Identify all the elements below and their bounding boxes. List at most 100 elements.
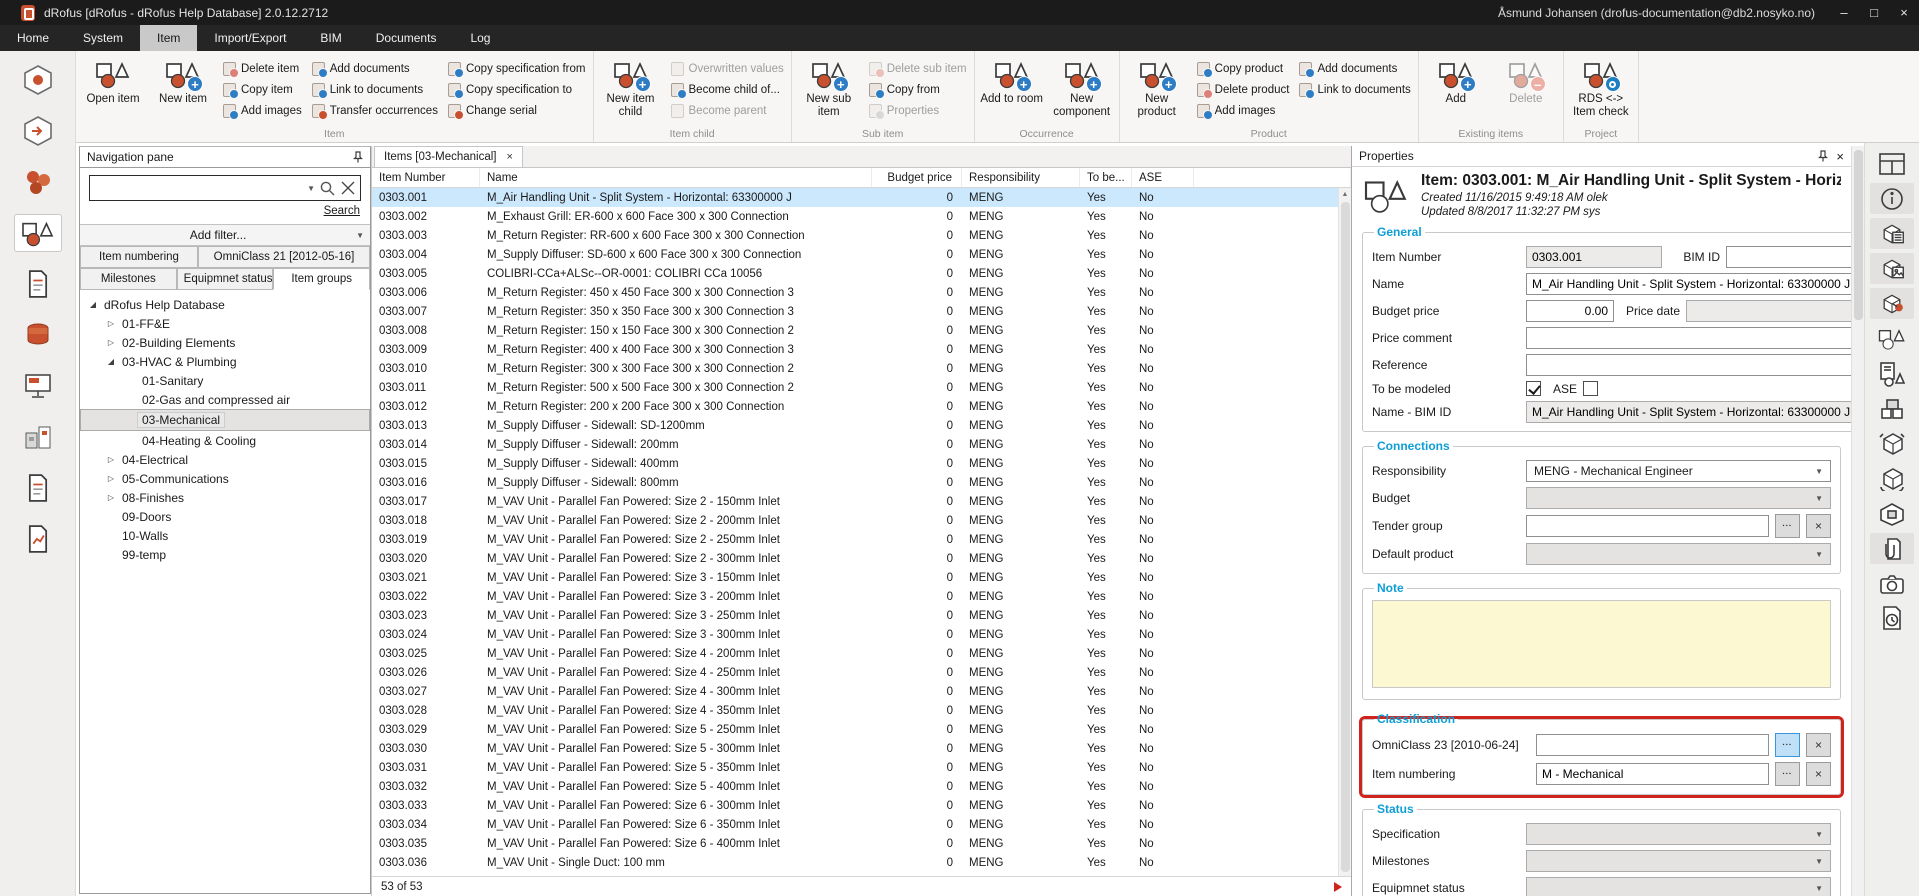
table-row[interactable]: 0303.002 M_Exhaust Grill: ER-600 x 600 F… <box>372 207 1351 226</box>
close-panel-icon[interactable]: × <box>1836 149 1844 164</box>
scrollbar-thumb[interactable] <box>1854 150 1863 320</box>
nav-tab[interactable]: Equipmnet status <box>177 268 274 290</box>
tree-node[interactable]: ◢ 03-HVAC & Plumbing <box>80 352 370 371</box>
nav-tab[interactable]: Item numbering <box>80 246 198 268</box>
col-responsibility[interactable]: Responsibility <box>962 168 1080 187</box>
table-row[interactable]: 0303.003 M_Return Register: RR-600 x 600… <box>372 226 1351 245</box>
copy-specification-from-button[interactable]: Copy specification from <box>446 60 588 77</box>
tree-node[interactable]: 10-Walls <box>80 526 370 545</box>
tree-expander-icon[interactable]: ◢ <box>106 357 116 366</box>
open-item-button[interactable]: Open item <box>81 53 145 128</box>
tree-node[interactable]: 99-temp <box>80 545 370 564</box>
new-sub-item-button[interactable]: + New sub item <box>797 53 861 128</box>
search-input[interactable] <box>96 181 303 195</box>
table-row[interactable]: 0303.035 M_VAV Unit - Parallel Fan Power… <box>372 834 1351 853</box>
change-serial-button[interactable]: Change serial <box>446 102 588 119</box>
menu-item[interactable]: BIM <box>303 25 358 51</box>
table-row[interactable]: 0303.036 M_VAV Unit - Single Duct: 100 m… <box>372 853 1351 872</box>
table-row[interactable]: 0303.029 M_VAV Unit - Parallel Fan Power… <box>372 720 1351 739</box>
table-row[interactable]: 0303.032 M_VAV Unit - Parallel Fan Power… <box>372 777 1351 796</box>
tree-expander-icon[interactable]: ▷ <box>106 338 116 347</box>
specs-icon[interactable] <box>14 469 62 507</box>
finance-icon[interactable] <box>14 316 62 354</box>
price-comment-field[interactable] <box>1526 327 1851 349</box>
new-component-button[interactable]: + New component <box>1050 53 1114 128</box>
maximize-button[interactable]: □ <box>1859 0 1889 25</box>
spheres-icon[interactable] <box>14 163 62 201</box>
tree-node[interactable]: ▷ 02-Building Elements <box>80 333 370 352</box>
equipment-status-select[interactable]: ▼ <box>1526 877 1831 896</box>
table-row[interactable]: 0303.034 M_VAV Unit - Parallel Fan Power… <box>372 815 1351 834</box>
ase-checkbox[interactable] <box>1583 381 1598 396</box>
col-to-be[interactable]: To be... <box>1080 168 1132 187</box>
default-product-select[interactable]: ▼ <box>1526 543 1831 565</box>
copy-item-button[interactable]: Copy item <box>221 81 304 98</box>
overwritten-values-button[interactable]: Overwritten values <box>669 60 786 77</box>
table-row[interactable]: 0303.014 M_Supply Diffuser - Sidewall: 2… <box>372 435 1351 454</box>
table-row[interactable]: 0303.027 M_VAV Unit - Parallel Fan Power… <box>372 682 1351 701</box>
table-row[interactable]: 0303.012 M_Return Register: 200 x 200 Fa… <box>372 397 1351 416</box>
scroll-up-icon[interactable]: ▲ <box>1342 188 1349 198</box>
tree-expander-icon[interactable]: ▷ <box>106 455 116 464</box>
menu-item[interactable]: System <box>66 25 140 51</box>
attachment-icon[interactable] <box>1870 533 1914 564</box>
table-row[interactable]: 0303.005 COLIBRI-CCa+ALSc--OR-0001: COLI… <box>372 264 1351 283</box>
tender-group-field[interactable] <box>1526 515 1769 537</box>
chevron-down-icon[interactable]: ▼ <box>307 184 315 193</box>
buildings-icon[interactable] <box>14 418 62 456</box>
nav-tab[interactable]: OmniClass 21 [2012-05-16] <box>198 246 370 268</box>
add-images-button[interactable]: Add images <box>1195 102 1292 119</box>
minimize-button[interactable]: – <box>1829 0 1859 25</box>
responsibility-select[interactable]: MENG - Mechanical Engineer ▼ <box>1526 460 1831 482</box>
item-data-icon[interactable] <box>1870 218 1914 249</box>
table-row[interactable]: 0303.021 M_VAV Unit - Parallel Fan Power… <box>372 568 1351 587</box>
history-icon[interactable] <box>1870 603 1914 634</box>
note-textarea[interactable] <box>1372 600 1831 688</box>
nav-tab[interactable]: Item groups <box>273 268 370 290</box>
search-link[interactable]: Search <box>324 205 360 217</box>
tree-expander-icon[interactable]: ▷ <box>106 319 116 328</box>
document-shapes-icon[interactable] <box>1870 358 1914 389</box>
occurrence-move-icon[interactable] <box>1870 428 1914 459</box>
table-row[interactable]: 0303.007 M_Return Register: 350 x 350 Fa… <box>372 302 1351 321</box>
menu-item[interactable]: Documents <box>359 25 454 51</box>
delete-item-button[interactable]: Delete item <box>221 60 304 77</box>
close-button[interactable]: × <box>1889 0 1919 25</box>
table-row[interactable]: 0303.025 M_VAV Unit - Parallel Fan Power… <box>372 644 1351 663</box>
reference-field[interactable] <box>1526 354 1851 376</box>
scrollbar-thumb[interactable] <box>1341 202 1350 872</box>
tree-expander-icon[interactable]: ▷ <box>106 493 116 502</box>
scroll-right-red-icon[interactable] <box>1334 882 1342 892</box>
table-row[interactable]: 0303.009 M_Return Register: 400 x 400 Fa… <box>372 340 1351 359</box>
col-name[interactable]: Name <box>480 168 872 187</box>
copy-specification-to-button[interactable]: Copy specification to <box>446 81 588 98</box>
products-icon[interactable] <box>1870 393 1914 424</box>
menu-item[interactable]: Import/Export <box>197 25 303 51</box>
tree-expander-icon[interactable]: ▷ <box>106 474 116 483</box>
clear-search-icon[interactable] <box>340 180 356 196</box>
table-row[interactable]: 0303.019 M_VAV Unit - Parallel Fan Power… <box>372 530 1351 549</box>
menu-item[interactable]: Log <box>453 25 507 51</box>
search-icon[interactable] <box>319 180 336 197</box>
table-row[interactable]: 0303.017 M_VAV Unit - Parallel Fan Power… <box>372 492 1351 511</box>
to-be-modeled-checkbox[interactable] <box>1526 381 1541 396</box>
rotate-cube-icon[interactable] <box>1870 463 1914 494</box>
table-row[interactable]: 0303.013 M_Supply Diffuser - Sidewall: S… <box>372 416 1351 435</box>
table-row[interactable]: 0303.010 M_Return Register: 300 x 300 Fa… <box>372 359 1351 378</box>
items-module-icon[interactable] <box>14 214 62 252</box>
table-row[interactable]: 0303.008 M_Return Register: 150 x 150 Fa… <box>372 321 1351 340</box>
link-to-documents-button[interactable]: Link to documents <box>1297 81 1412 98</box>
table-row[interactable]: 0303.011 M_Return Register: 500 x 500 Fa… <box>372 378 1351 397</box>
tree-node[interactable]: ▷ 08-Finishes <box>80 488 370 507</box>
reports-icon[interactable] <box>14 520 62 558</box>
info-icon[interactable] <box>1870 183 1914 214</box>
milestones-select[interactable]: ▼ <box>1526 850 1831 872</box>
hex-arrow-icon[interactable] <box>14 112 62 150</box>
properties-button[interactable]: Properties <box>867 102 969 119</box>
tree-node[interactable]: 02-Gas and compressed air <box>80 390 370 409</box>
become-parent-button[interactable]: Become parent <box>669 102 786 119</box>
budget-price-field[interactable] <box>1526 300 1614 322</box>
tree-node[interactable]: ◢ dRofus Help Database <box>80 295 370 314</box>
tender-group-browse-button[interactable]: ▪▪▪ <box>1775 514 1800 538</box>
link-to-documents-button[interactable]: Link to documents <box>310 81 440 98</box>
